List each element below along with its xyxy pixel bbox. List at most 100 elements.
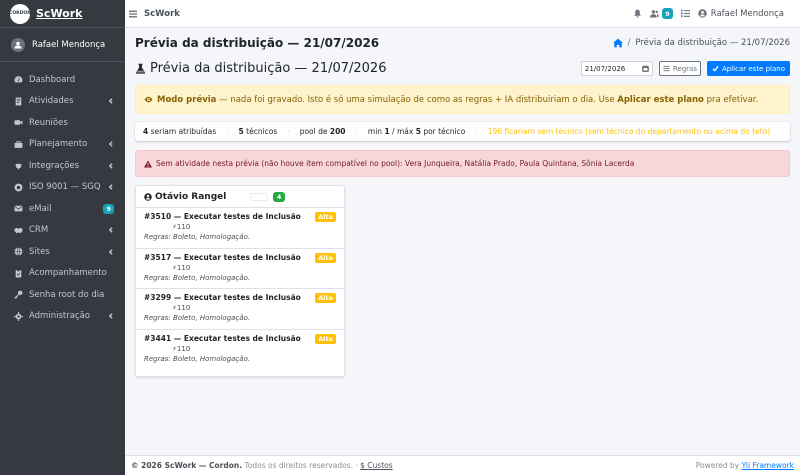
preview-mode-text: Modo prévia — nada foi gravado. Isto é s… xyxy=(157,95,758,105)
warning-icon xyxy=(144,160,152,167)
sidebar-item-crm[interactable]: CRM xyxy=(0,220,125,242)
per-tech-label: por técnico xyxy=(423,127,466,136)
preview-mode-text1: — nada foi gravado. Isto é só uma simula… xyxy=(216,94,618,105)
user-panel[interactable]: Rafael Mendonça xyxy=(0,28,125,62)
item-title[interactable]: #3517 — Executar testes de Inclusão xyxy=(144,253,337,262)
footer-rights: Todos os direitos reservados. xyxy=(242,461,353,470)
apply-plan-button[interactable]: Aplicar este plano xyxy=(707,61,790,76)
chevron-left-icon xyxy=(108,313,113,320)
list-item[interactable]: #3299 — Executar testes de Inclusão Alta… xyxy=(136,289,344,330)
envelope-icon xyxy=(14,205,23,212)
brand-name[interactable]: ScWork xyxy=(36,7,82,20)
framework-link[interactable]: Yii Framework xyxy=(742,461,794,470)
stats-separator: · xyxy=(475,127,478,136)
main-content: Prévia da distribuição — 21/07/2026 / Pr… xyxy=(125,28,800,455)
max-value: 5 xyxy=(415,127,421,136)
menu-toggle-icon[interactable] xyxy=(129,10,137,18)
sidebar-item-sites[interactable]: Sites xyxy=(0,241,125,263)
sidebar-item-label: Reuniões xyxy=(29,117,68,128)
sidebar-item-administracao[interactable]: Administração xyxy=(0,306,125,328)
sidebar-item-label: eMail xyxy=(29,203,52,214)
rules-button[interactable]: Regras xyxy=(658,61,701,76)
sidebar-item-integracoes[interactable]: Integrações xyxy=(0,155,125,177)
sidebar-item-label: ISO 9001 — SGQ xyxy=(29,182,101,193)
sidebar-item-planejamento[interactable]: Planejamento xyxy=(0,134,125,156)
list-item[interactable]: #3510 — Executar testes de Inclusão Alta… xyxy=(136,208,344,249)
pool-value: 200 xyxy=(329,127,346,136)
flask-icon xyxy=(135,63,146,74)
sidebar-item-iso[interactable]: ISO 9001 — SGQ xyxy=(0,177,125,199)
item-rules: Regras: Boleto, Homologação. xyxy=(144,273,251,282)
sidebar-item-atividades[interactable]: Atividades xyxy=(0,91,125,113)
item-title[interactable]: #3299 — Executar testes de Inclusão xyxy=(144,293,337,302)
sidebar-item-label: Integrações xyxy=(29,160,80,171)
sidebar-item-label: Acompanhamento xyxy=(29,268,107,279)
topbar-user[interactable]: Rafael Mendonça xyxy=(698,9,784,19)
item-rules: Regras: Boleto, Homologação. xyxy=(144,233,251,241)
sidebar-item-senha-root[interactable]: Senha root do dia xyxy=(0,284,125,306)
chevron-left-icon xyxy=(108,248,113,255)
topbar-title: ScWork xyxy=(144,8,180,19)
preview-title-text: Prévia da distribuição — 21/07/2026 xyxy=(150,61,387,76)
sidebar-item-label: Sites xyxy=(29,246,50,257)
costs-link[interactable]: $ Custos xyxy=(360,461,393,470)
clipboard-icon xyxy=(15,269,22,278)
bell-icon[interactable] xyxy=(633,9,642,18)
footer: © 2026 ScWork — Cordon. Todos os direito… xyxy=(125,455,800,475)
users-count-badge: 9 xyxy=(662,8,673,19)
brand[interactable]: CORDON ScWork xyxy=(0,0,125,28)
certificate-icon xyxy=(14,183,23,192)
distribution-stats: 4 seriam atribuídas · 5 técnicos · pool … xyxy=(135,122,790,141)
topbar: ScWork 9 Rafael Mendonça xyxy=(125,0,800,28)
rules-button-label: Regras xyxy=(672,64,697,73)
tech-label: técnicos xyxy=(246,127,278,136)
pool-label: pool de xyxy=(299,127,328,136)
no-activity-alert: Sem atividade nesta prévia (não houve it… xyxy=(135,150,790,177)
briefcase-icon xyxy=(14,141,23,148)
footer-copyright-strong: © 2026 ScWork — Cordon. xyxy=(131,461,243,470)
assigned-count: 4 xyxy=(143,127,149,136)
calendar-icon[interactable] xyxy=(642,65,649,72)
sidebar-item-email[interactable]: eMail 9 xyxy=(0,198,125,220)
technician-name: Otávio Rangel xyxy=(155,191,227,202)
stats-separator: · xyxy=(226,127,229,136)
sidebar-item-label: Dashboard xyxy=(29,74,76,85)
plug-icon xyxy=(15,161,22,170)
sidebar-item-reunioes[interactable]: Reuniões xyxy=(0,112,125,134)
avatar xyxy=(11,37,25,52)
check-icon xyxy=(712,65,719,72)
home-icon[interactable] xyxy=(612,38,623,48)
date-value: 21/07/2026 xyxy=(584,64,626,73)
technician-card: Otávio Rangel 4 #3510 — Executar testes … xyxy=(135,185,345,377)
chevron-left-icon xyxy=(108,141,113,148)
max-label: máx xyxy=(396,127,414,136)
sidebar-user-name[interactable]: Rafael Mendonça xyxy=(32,40,105,50)
user-circle-icon xyxy=(144,192,152,201)
date-input[interactable]: 21/07/2026 xyxy=(580,61,653,76)
breadcrumb-current: Prévia da distribuição — 21/07/2026 xyxy=(635,38,790,48)
min-value: 1 xyxy=(384,127,390,136)
tech-count: 5 xyxy=(238,127,244,136)
sidebar-item-dashboard[interactable]: Dashboard xyxy=(0,69,125,91)
item-title[interactable]: #3510 — Executar testes de Inclusão xyxy=(144,212,337,221)
item-points: ⚡110 xyxy=(172,344,191,353)
item-rules: Regras: Boleto, Homologação. xyxy=(144,354,251,363)
sidebar-item-label: Planejamento xyxy=(29,139,88,150)
sidebar-item-label: Senha root do dia xyxy=(29,289,105,300)
users-icon[interactable] xyxy=(650,9,660,18)
sidebar-item-acompanhamento[interactable]: Acompanhamento xyxy=(0,263,125,285)
unassigned-warning: 196 ficariam sem técnico (sem técnico do… xyxy=(487,127,771,136)
list-item[interactable]: #3441 — Executar testes de Inclusão Alta… xyxy=(136,330,344,371)
page-header: Prévia da distribuição — 21/07/2026 / Pr… xyxy=(135,36,790,50)
preview-mode-strong: Modo prévia xyxy=(157,94,217,105)
item-title[interactable]: #3441 — Executar testes de Inclusão xyxy=(144,334,337,343)
user-circle-icon xyxy=(698,9,707,18)
item-points: ⚡110 xyxy=(172,304,191,312)
sidebar-item-label: Administração xyxy=(29,311,90,322)
sidebar: CORDON ScWork Rafael Mendonça Dashboard … xyxy=(0,0,125,475)
stats-separator: · xyxy=(287,127,290,136)
cog-icon xyxy=(14,311,23,321)
list-item[interactable]: #3517 — Executar testes de Inclusão Alta… xyxy=(136,249,344,289)
tasks-list-icon[interactable] xyxy=(680,9,690,18)
preview-mode-strong2: Aplicar este plano xyxy=(617,94,704,105)
